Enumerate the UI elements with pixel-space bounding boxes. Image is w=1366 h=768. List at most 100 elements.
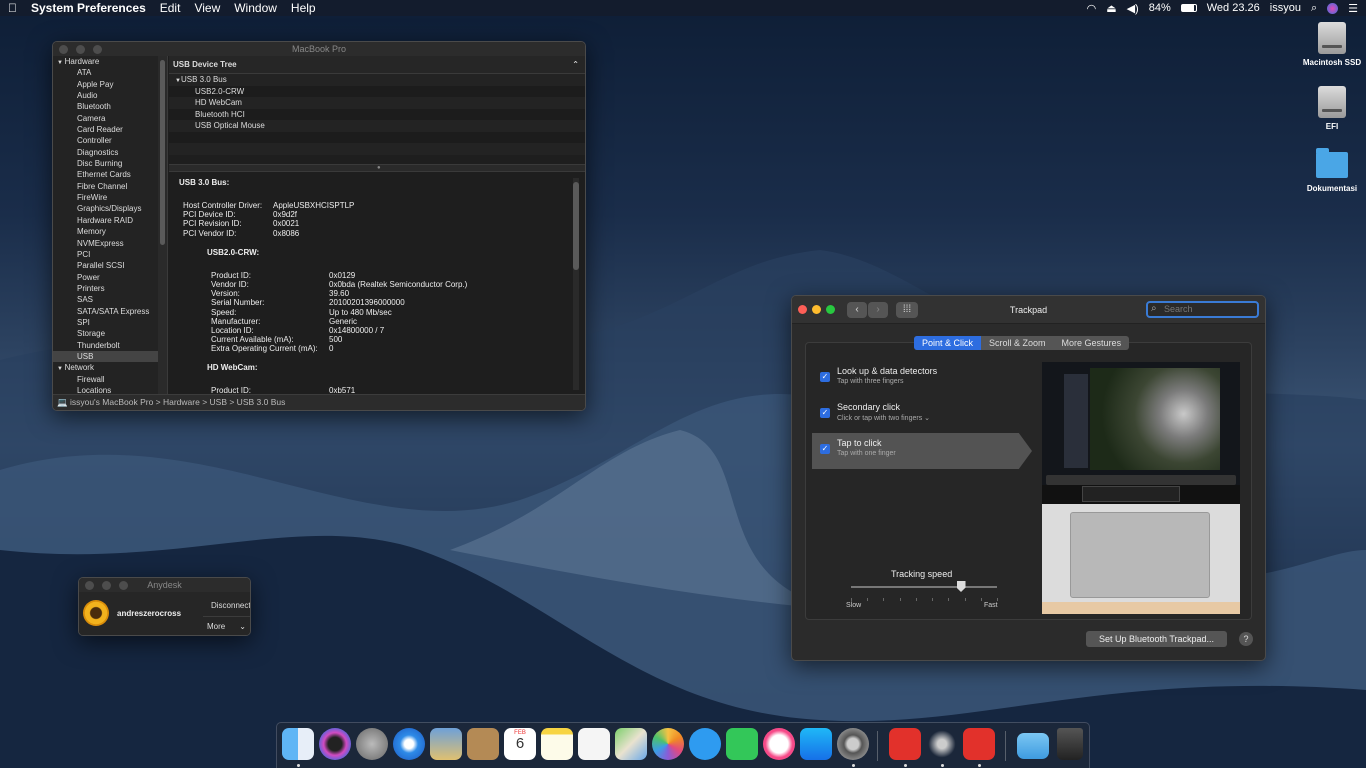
sidebar-item[interactable]: Parallel SCSI [53,260,158,271]
wifi-icon[interactable]: ◠ [1087,2,1097,15]
dock-anydesk-icon[interactable] [889,728,921,760]
window-titlebar[interactable]: Anydesk [79,578,250,592]
apple-menu-icon[interactable]:  [8,1,17,15]
sidebar-item[interactable]: Graphics/Displays [53,203,158,214]
detail-scrollbar[interactable] [573,178,579,390]
sidebar-item[interactable]: Power [53,272,158,283]
forward-button[interactable]: › [868,302,888,318]
sidebar-item[interactable]: Disc Burning [53,158,158,169]
sidebar-category[interactable]: ▼ Network [53,362,158,373]
show-all-button[interactable]: ⁞⁞⁞ [896,302,918,318]
sidebar-item[interactable]: SAS [53,294,158,305]
dock-messages-icon[interactable] [689,728,721,760]
checkbox-lookup[interactable]: ✓ [820,372,830,382]
help-button[interactable]: ? [1239,632,1253,646]
sidebar-item[interactable]: Controller [53,135,158,146]
window-titlebar[interactable]: MacBook Pro [53,42,585,56]
dock-automator-icon[interactable] [926,728,958,760]
menu-edit[interactable]: Edit [160,1,181,15]
tree-row[interactable]: Bluetooth HCI [169,108,585,120]
minimize-button[interactable] [76,44,85,54]
sidebar-item[interactable]: SPI [53,317,158,328]
desktop-icon-efi[interactable]: EFI [1297,86,1366,131]
dock-siri-icon[interactable] [319,728,351,760]
tab-point-click[interactable]: Point & Click [914,336,982,350]
collapse-icon[interactable]: ⌃ [572,56,579,74]
back-button[interactable]: ‹ [847,302,867,318]
siri-icon[interactable] [1327,2,1339,14]
sidebar-item[interactable]: Hardware RAID [53,215,158,226]
sidebar-item[interactable]: PCI [53,249,158,260]
disclosure-triangle-icon[interactable]: ▼ [57,366,65,372]
scroll-thumb[interactable] [160,60,165,245]
battery-icon[interactable] [1180,4,1197,12]
desktop-icon-macintosh-ssd[interactable]: Macintosh SSD [1297,22,1366,67]
sidebar-item[interactable]: USB [53,350,158,363]
volume-icon[interactable]: ◀) [1127,2,1139,15]
close-button[interactable] [85,580,94,590]
sidebar-item[interactable]: Thunderbolt [53,340,158,351]
dock-itunes-icon[interactable] [763,728,795,760]
option-secondary-click[interactable]: ✓ Secondary click Click or tap with two … [812,397,1032,433]
checkbox-tap-to-click[interactable]: ✓ [820,444,830,454]
disconnect-button[interactable]: Disconnect [211,601,250,610]
minimize-button[interactable] [102,580,111,590]
option-lookup[interactable]: ✓ Look up & data detectors Tap with thre… [812,361,1032,397]
sidebar-item[interactable]: NVMExpress [53,238,158,249]
dock-contacts-icon[interactable] [467,728,499,760]
dock-launchpad-icon[interactable] [356,728,388,760]
eject-icon[interactable]: ⏏ [1106,2,1116,15]
sidebar-item[interactable]: Card Reader [53,124,158,135]
option-tap-to-click[interactable]: ✓ Tap to click Tap with one finger [812,433,1032,469]
sidebar-item[interactable]: Fibre Channel [53,181,158,192]
dock-calendar-icon[interactable]: FEB 6 [504,728,536,760]
sidebar-item[interactable]: Memory [53,226,158,237]
dock-finder-icon[interactable] [282,728,314,760]
desktop-icon-dokumentasi[interactable]: Dokumentasi [1297,148,1366,193]
close-button[interactable] [59,44,68,54]
sidebar-item[interactable]: Printers [53,283,158,294]
clock[interactable]: Wed 23.26 [1207,2,1260,14]
app-menu[interactable]: System Preferences [31,1,146,15]
sidebar-item[interactable]: Storage [53,328,158,339]
user-menu[interactable]: issyou [1270,2,1301,14]
tree-row[interactable]: HD WebCam [169,97,585,109]
window-titlebar[interactable]: ‹ › ⁞⁞⁞ Trackpad Search [792,296,1265,324]
sidebar-item[interactable]: Diagnostics [53,147,158,158]
sidebar-item[interactable]: Ethernet Cards [53,169,158,180]
dock-safari-icon[interactable] [393,728,425,760]
tree-row[interactable]: ▼USB 3.0 Bus [169,74,585,86]
spotlight-icon[interactable]: ⌕ [1311,2,1317,15]
tree-row[interactable]: USB2.0-CRW [169,85,585,97]
scroll-thumb[interactable] [573,182,579,270]
minimize-button[interactable] [812,305,821,314]
sidebar-category[interactable]: ▼ Hardware [53,56,158,67]
tab-scroll-zoom[interactable]: Scroll & Zoom [981,336,1054,350]
sidebar-item[interactable]: ATA [53,67,158,78]
dock-maps-icon[interactable] [615,728,647,760]
sidebar-item[interactable]: Audio [53,90,158,101]
tree-row[interactable] [169,143,585,155]
sidebar-item[interactable]: Firewall [53,374,158,385]
sidebar-item[interactable]: Bluetooth [53,101,158,112]
notification-center-icon[interactable]: ☰ [1348,2,1358,15]
zoom-button[interactable] [93,44,102,54]
dock-anydesk-icon[interactable] [963,728,995,760]
search-field[interactable]: Search [1146,301,1259,318]
setup-bluetooth-trackpad-button[interactable]: Set Up Bluetooth Trackpad... [1086,631,1227,647]
zoom-button[interactable] [826,305,835,314]
sidebar-item[interactable]: FireWire [53,192,158,203]
dock-documents-folder-icon[interactable] [1017,733,1049,759]
menu-window[interactable]: Window [234,1,277,15]
zoom-button[interactable] [119,580,128,590]
dock-preview-icon[interactable] [430,728,462,760]
tracking-speed-slider[interactable] [851,586,997,588]
sidebar-item[interactable]: SATA/SATA Express [53,306,158,317]
tree-header[interactable]: USB Device Tree ⌃ [169,56,585,74]
tree-row[interactable]: USB Optical Mouse [169,120,585,132]
sidebar-scrollbar[interactable] [158,56,168,395]
dock-photos-icon[interactable] [652,728,684,760]
dock-system-preferences-icon[interactable] [837,728,869,760]
dock-facetime-icon[interactable] [726,728,758,760]
menu-help[interactable]: Help [291,1,316,15]
